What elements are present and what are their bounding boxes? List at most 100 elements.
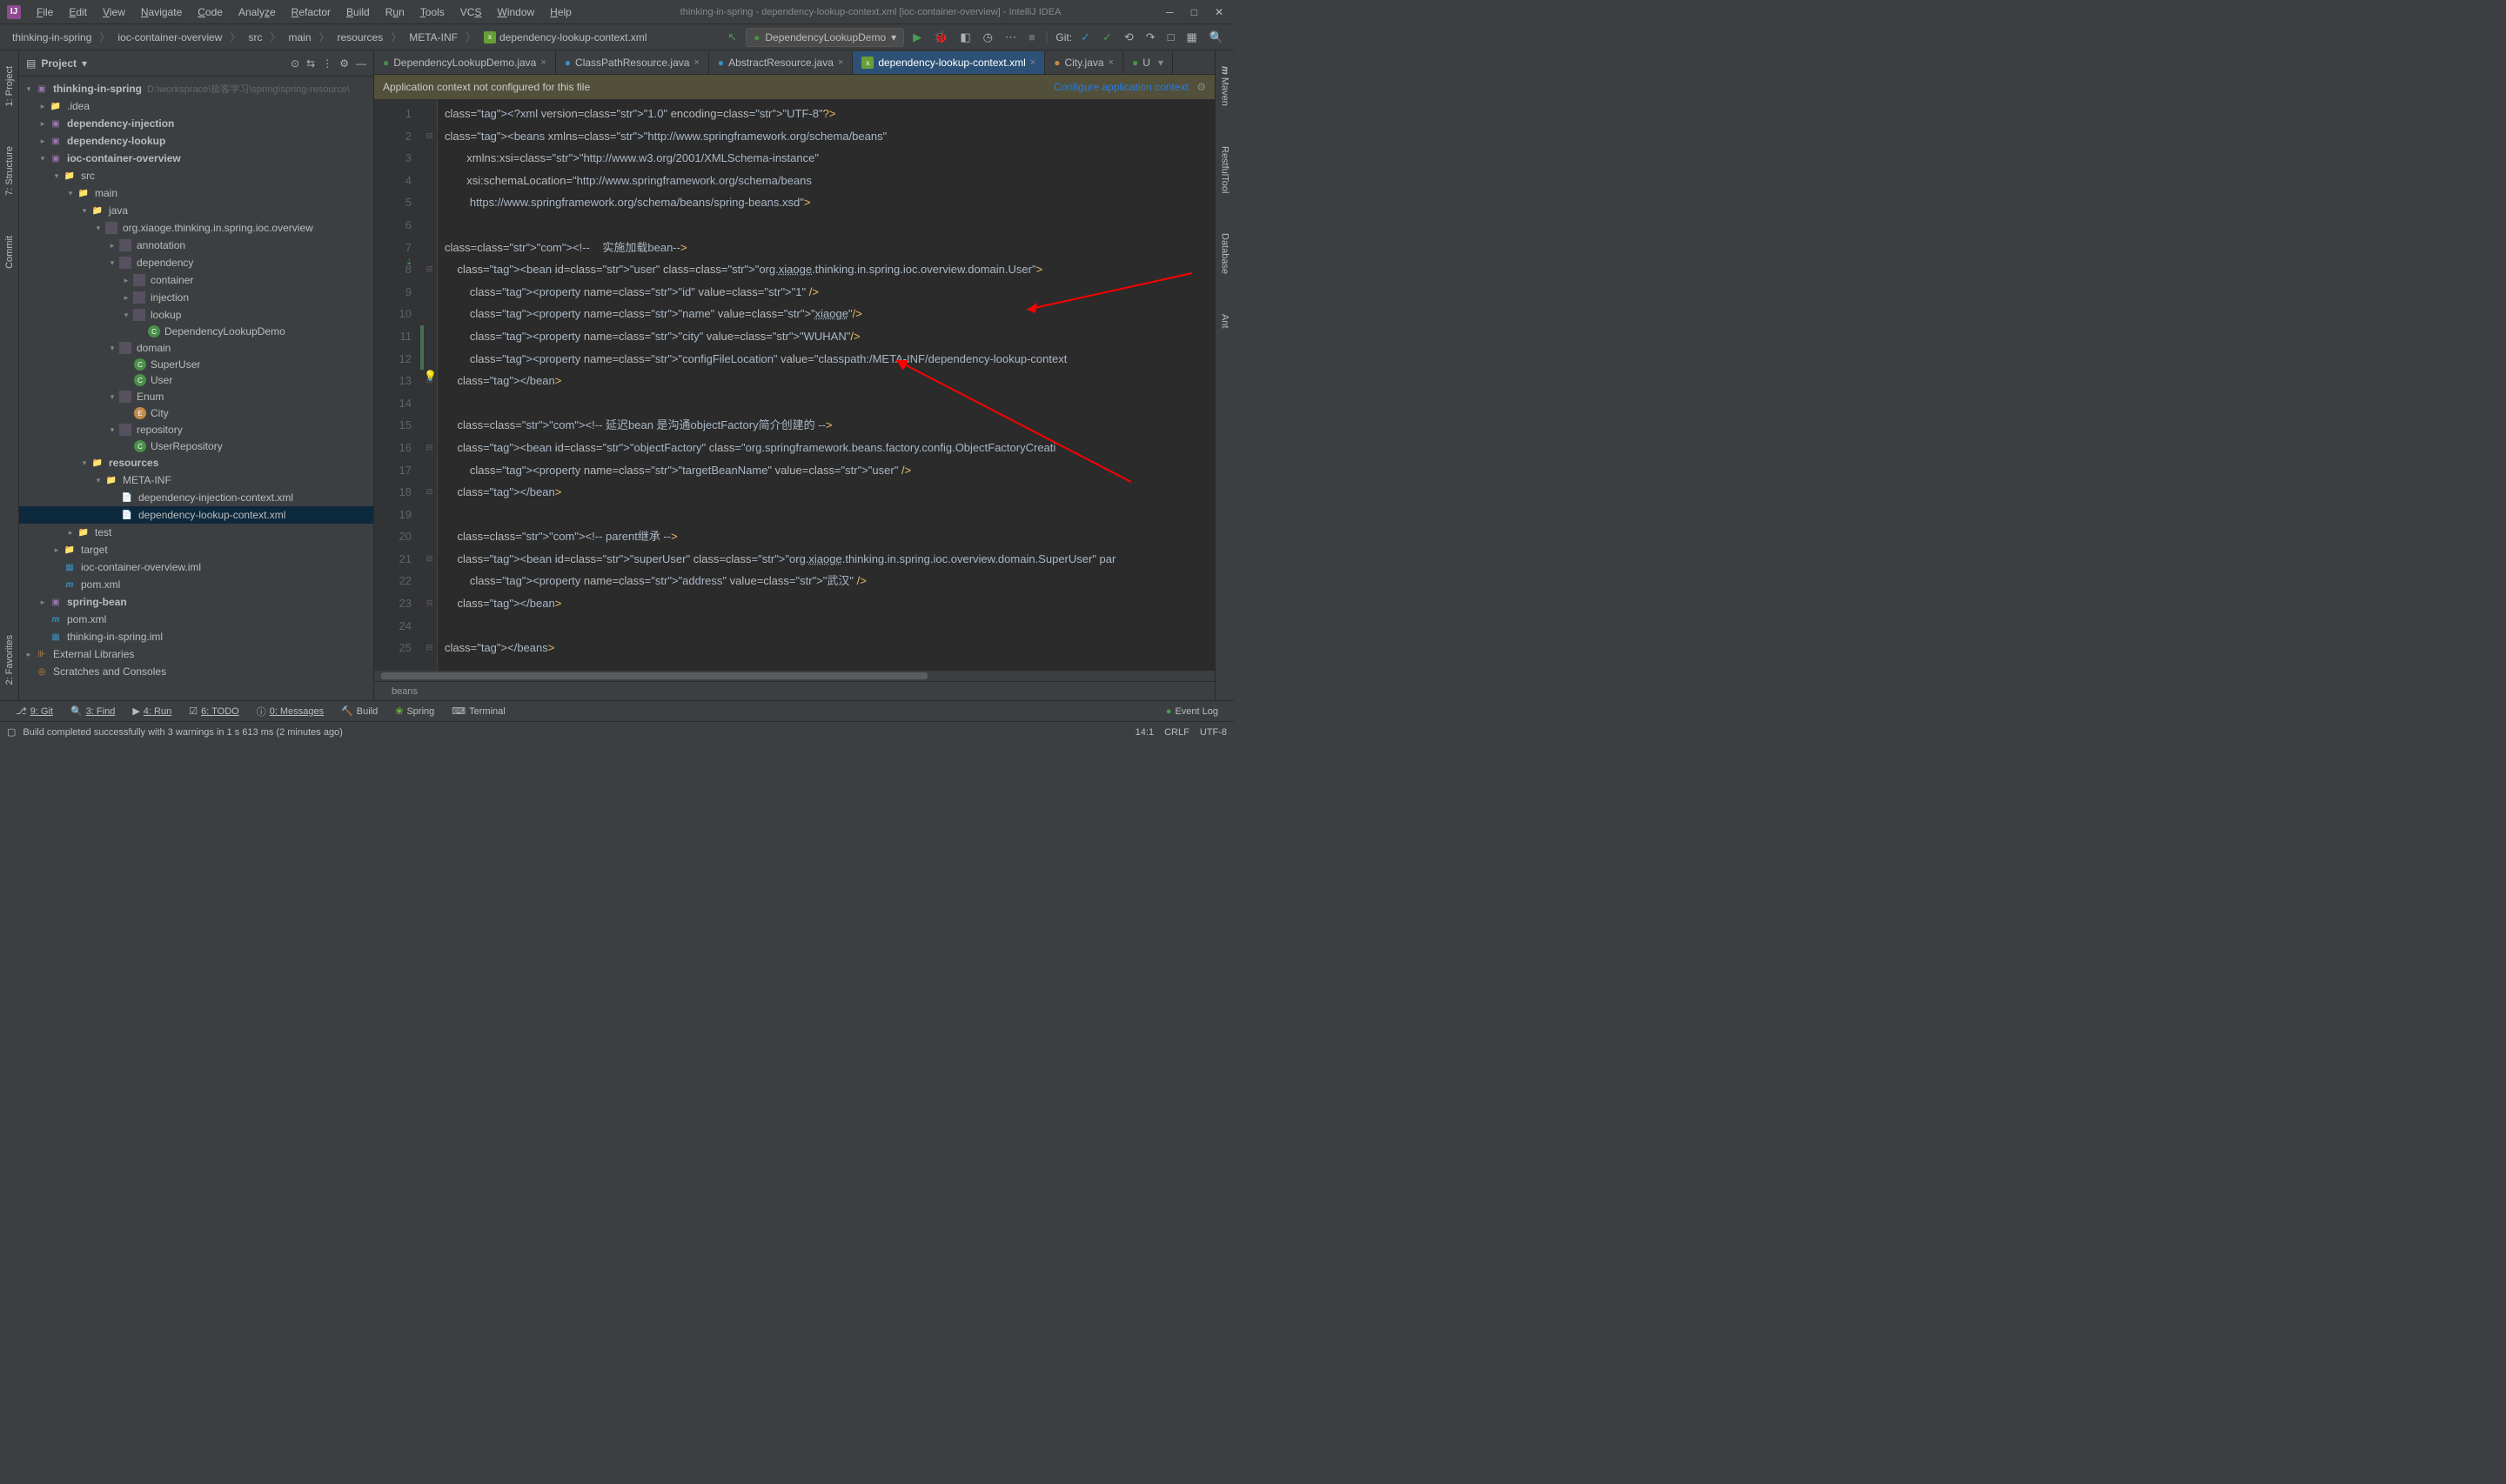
run-icon[interactable]: ▶ — [909, 27, 925, 48]
tree-item[interactable]: ▸📁target — [19, 541, 373, 558]
breadcrumb-item[interactable]: ioc-container-overview — [112, 30, 227, 45]
code-content[interactable]: class="tag"><?xml version=class="str">"1… — [438, 99, 1215, 671]
tool-find[interactable]: 🔍3: Find — [62, 704, 124, 719]
profile-icon[interactable]: ◷ — [980, 27, 996, 48]
close-tab-icon[interactable]: × — [838, 57, 843, 68]
git-push-icon[interactable]: □ — [1164, 27, 1178, 47]
maximize-icon[interactable]: □ — [1188, 3, 1201, 22]
menu-help[interactable]: Help — [543, 3, 579, 22]
breadcrumb-item[interactable]: resources — [332, 30, 389, 45]
tree-item[interactable]: ▾repository — [19, 421, 373, 438]
editor-tab[interactable]: ●AbstractResource.java× — [709, 51, 853, 74]
menu-tools[interactable]: Tools — [413, 3, 452, 22]
tree-item[interactable]: ▸annotation — [19, 237, 373, 254]
stop-icon[interactable]: ■ — [1025, 27, 1039, 47]
menu-view[interactable]: View — [96, 3, 132, 22]
tree-item[interactable]: ▾lookup — [19, 306, 373, 324]
tree-item[interactable]: ▸📁test — [19, 524, 373, 541]
back-icon[interactable]: ↖ — [724, 27, 740, 48]
close-icon[interactable]: ✕ — [1211, 3, 1227, 22]
git-history-icon[interactable]: ⟲ — [1121, 27, 1137, 48]
breadcrumb-item[interactable]: main — [283, 30, 316, 45]
intention-bulb-icon[interactable]: 💡 — [424, 370, 437, 382]
tool-spring[interactable]: ❀Spring — [386, 704, 443, 719]
debug-icon[interactable]: 🐞 — [930, 27, 951, 48]
tree-item[interactable]: ▾📁java — [19, 202, 373, 219]
tree-item[interactable]: ▦ioc-container-overview.iml — [19, 558, 373, 576]
tree-item[interactable]: ECity — [19, 405, 373, 421]
tool-run[interactable]: ▶4: Run — [124, 704, 180, 719]
tool-event-log[interactable]: ●Event Log — [1157, 705, 1227, 719]
attach-icon[interactable]: ⋯ — [1002, 27, 1020, 48]
git-update-icon[interactable]: ✓ — [1077, 27, 1094, 48]
menu-vcs[interactable]: VCS — [453, 3, 489, 22]
tree-item[interactable]: ▸container — [19, 271, 373, 289]
project-structure-icon[interactable]: ▦ — [1183, 27, 1201, 48]
breadcrumb-item[interactable]: src — [243, 30, 267, 45]
editor-tab[interactable]: ●DependencyLookupDemo.java× — [374, 51, 556, 74]
minimize-icon[interactable]: ─ — [1163, 3, 1177, 22]
tool-todo[interactable]: ☑6: TODO — [180, 704, 247, 719]
expand-icon[interactable]: ⇆ — [306, 57, 315, 70]
git-commit-icon[interactable]: ✓ — [1099, 27, 1116, 48]
editor-tab[interactable]: ●U▾ — [1123, 51, 1173, 74]
tree-item[interactable]: ▸▣dependency-lookup — [19, 132, 373, 150]
gear-icon[interactable]: ⚙ — [1196, 81, 1206, 93]
line-separator[interactable]: CRLF — [1164, 727, 1189, 738]
tool-tab-commit[interactable]: Commit — [3, 229, 17, 276]
tree-item[interactable]: ▦thinking-in-spring.iml — [19, 628, 373, 645]
tree-item[interactable]: ▾▣ioc-container-overview — [19, 150, 373, 167]
tree-item[interactable]: ▸⊪External Libraries — [19, 645, 373, 663]
tree-item[interactable]: ▾📁main — [19, 184, 373, 202]
tree-item[interactable]: ▾📁src — [19, 167, 373, 184]
file-encoding[interactable]: UTF-8 — [1200, 727, 1227, 738]
editor-breadcrumb-footer[interactable]: beans — [374, 681, 1215, 700]
breadcrumb-file[interactable]: xdependency-lookup-context.xml — [479, 30, 652, 45]
tree-item[interactable]: ▸▣spring-bean — [19, 593, 373, 611]
tool-tab-project[interactable]: 1: Project — [3, 59, 17, 113]
locate-icon[interactable]: ⊙ — [291, 57, 299, 70]
close-tab-icon[interactable]: × — [1109, 57, 1114, 68]
tree-root[interactable]: ▾▣thinking-in-springD:\worksprace\极客学习\s… — [19, 80, 373, 97]
menu-run[interactable]: Run — [379, 3, 412, 22]
gear-icon[interactable]: ⚙ — [339, 57, 349, 70]
menu-analyze[interactable]: Analyze — [231, 3, 283, 22]
close-tab-icon[interactable]: × — [540, 57, 546, 68]
tree-item[interactable]: ▸▣dependency-injection — [19, 115, 373, 132]
tool-messages[interactable]: ⓘ0: Messages — [248, 703, 332, 720]
tool-tab-favorites[interactable]: 2: Favorites — [3, 628, 17, 692]
run-configuration-selector[interactable]: ● DependencyLookupDemo ▾ — [746, 28, 904, 47]
menu-build[interactable]: Build — [339, 3, 377, 22]
menu-refactor[interactable]: Refactor — [285, 3, 338, 22]
editor-tab[interactable]: ●City.java× — [1045, 51, 1123, 74]
tree-item-selected[interactable]: 📄dependency-lookup-context.xml — [19, 506, 373, 524]
tool-tab-maven[interactable]: m Maven — [1218, 59, 1232, 113]
code-editor[interactable]: 12345 678910 1112131415 1617181920 21222… — [374, 99, 1215, 671]
horizontal-scrollbar[interactable] — [374, 671, 1215, 681]
menu-window[interactable]: Window — [490, 3, 541, 22]
menu-edit[interactable]: Edit — [62, 3, 94, 22]
breadcrumb-item[interactable]: META-INF — [404, 30, 463, 45]
search-icon[interactable]: 🔍 — [1206, 27, 1227, 48]
close-tab-icon[interactable]: × — [1030, 57, 1035, 68]
tool-git[interactable]: ⎇9: Git — [7, 704, 62, 719]
menu-navigate[interactable]: Navigate — [134, 3, 189, 22]
tree-item[interactable]: CDependencyLookupDemo — [19, 324, 373, 339]
menu-file[interactable]: File — [30, 3, 60, 22]
menu-code[interactable]: Code — [191, 3, 230, 22]
tree-item[interactable]: ▾dependency — [19, 254, 373, 271]
tool-build[interactable]: 🔨Build — [332, 704, 386, 719]
tree-item[interactable]: ▾📁resources — [19, 454, 373, 471]
tree-item[interactable]: ▸📁.idea — [19, 97, 373, 115]
caret-position[interactable]: 14:1 — [1136, 727, 1154, 738]
tree-item[interactable]: ◎Scratches and Consoles — [19, 663, 373, 680]
configure-context-link[interactable]: Configure application context — [1054, 81, 1189, 93]
coverage-icon[interactable]: ◧ — [956, 27, 974, 48]
tool-tab-database[interactable]: Database — [1218, 226, 1232, 281]
editor-tab-active[interactable]: xdependency-lookup-context.xml× — [853, 51, 1045, 74]
tree-item[interactable]: ▾domain — [19, 339, 373, 357]
tree-item[interactable]: CSuperUser — [19, 357, 373, 372]
tree-item[interactable]: ▾Enum — [19, 388, 373, 405]
status-icon[interactable]: ▢ — [7, 726, 16, 738]
fold-gutter[interactable]: ⊟ ⊟ ⊟ ⊟⊟ ⊟⊟⊟ — [422, 99, 438, 671]
